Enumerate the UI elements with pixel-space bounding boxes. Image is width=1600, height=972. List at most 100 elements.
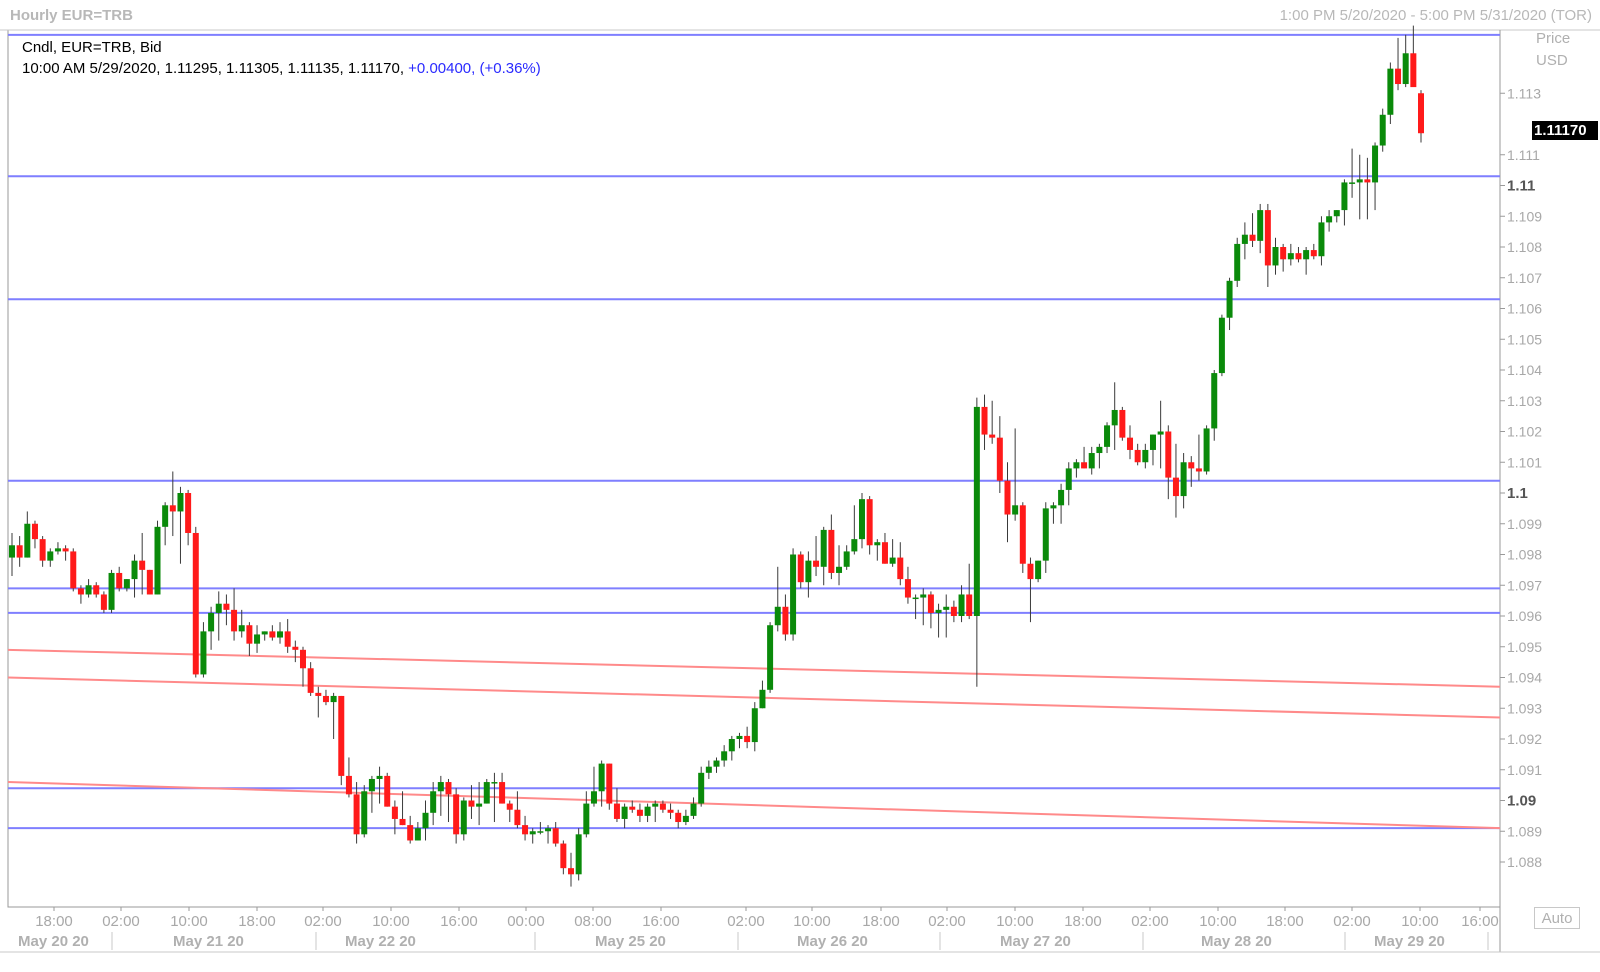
candle-body	[1264, 210, 1271, 266]
price-tick-label: 1.106	[1507, 301, 1542, 317]
price-tick-label: 1.105	[1507, 331, 1542, 347]
candle-body	[797, 554, 804, 583]
candle-body	[460, 800, 467, 835]
candle-body	[767, 625, 774, 690]
candle-body	[1395, 68, 1402, 85]
candle-body	[108, 572, 115, 610]
candle-body	[315, 692, 322, 696]
candle-body	[361, 791, 368, 835]
candle-body	[123, 579, 130, 589]
candle-body	[231, 609, 238, 632]
time-tick-label: 10:00	[996, 913, 1034, 930]
candle-body	[943, 606, 950, 610]
candle-body	[1402, 53, 1409, 85]
candle-body	[736, 735, 743, 739]
candle-body	[652, 803, 659, 807]
candle-body	[790, 554, 797, 635]
candle-body	[1364, 179, 1371, 183]
time-tick-label: 10:00	[793, 913, 831, 930]
candle-body	[583, 803, 590, 835]
candle	[384, 772, 391, 807]
price-axis-label: Price	[1536, 30, 1571, 47]
candle-body	[376, 775, 383, 779]
candle-body	[522, 825, 529, 835]
candle	[192, 526, 199, 678]
candle-body	[606, 763, 613, 804]
candle-body	[805, 560, 812, 583]
candle-body	[751, 708, 758, 743]
time-tick-label: 10:00	[170, 913, 208, 930]
candle	[146, 569, 153, 595]
time-tick-label: 10:00	[1401, 913, 1439, 930]
candle-body	[728, 739, 735, 752]
time-tick-label: 18:00	[35, 913, 73, 930]
candle-body	[353, 794, 360, 835]
candle-body	[299, 649, 306, 669]
candle-body	[1387, 68, 1394, 115]
candle-body	[445, 782, 452, 795]
candle-body	[1218, 317, 1225, 374]
candle-body	[514, 809, 521, 826]
candle	[108, 569, 115, 613]
candle-body	[338, 695, 345, 776]
candlestick-chart[interactable]: 1.088 1.089 1.09 1.091 1.092 1.093 1.094 1.095 1…	[0, 0, 1600, 972]
candle-body	[1027, 563, 1034, 580]
candle-body	[215, 603, 222, 613]
candle-body	[1226, 280, 1233, 318]
candle-body	[927, 594, 934, 613]
candle-body	[1012, 505, 1019, 515]
date-tick-label: May 27 20	[1000, 933, 1071, 950]
candle-body	[246, 625, 253, 644]
price-tick-label: 1.097	[1507, 577, 1542, 593]
candle-body	[1295, 253, 1302, 260]
candle-body	[330, 695, 337, 703]
price-axis[interactable]: 1.088 1.089 1.09 1.091 1.092 1.093 1.094 1.095 1…	[1500, 85, 1542, 870]
candle-body	[705, 766, 712, 773]
candle-body	[636, 809, 643, 816]
price-tick-label: 1.103	[1507, 393, 1542, 409]
candle-body	[93, 585, 100, 595]
candle-body	[414, 828, 421, 841]
candle-body	[1165, 431, 1172, 478]
candle-body	[851, 539, 858, 552]
time-tick-label: 18:00	[1064, 913, 1102, 930]
time-tick-label: 02:00	[102, 913, 140, 930]
candle-body	[1318, 222, 1325, 257]
candle-body	[1410, 53, 1417, 88]
candle-body	[721, 751, 728, 761]
candle-body	[384, 775, 391, 807]
candle-body	[1372, 145, 1379, 183]
time-tick-label: 10:00	[372, 913, 410, 930]
candle-body	[476, 803, 483, 807]
candle-body	[904, 579, 911, 598]
candle-body	[1211, 373, 1218, 429]
candle-body	[185, 493, 192, 533]
candle-body	[1149, 434, 1156, 450]
candle-body	[698, 772, 705, 804]
time-tick-label: 02:00	[928, 913, 966, 930]
candle-body	[407, 825, 414, 841]
candle-body	[950, 606, 957, 616]
candle	[460, 797, 467, 841]
candle	[483, 778, 490, 804]
time-tick-label: 16:00	[1461, 913, 1499, 930]
price-tick-label: 1.093	[1507, 700, 1542, 716]
candle-body	[1303, 250, 1310, 260]
candle-body	[1180, 462, 1187, 497]
candle-body	[713, 760, 720, 767]
candle-body	[560, 843, 567, 869]
candle-body	[598, 763, 605, 792]
candle-body	[920, 594, 927, 598]
candle-body	[682, 815, 689, 823]
time-axis[interactable]: 18:00 02:00 10:00 18:00 02:00 10:00 16:00 00:00…	[18, 907, 1499, 950]
candle-body	[1249, 234, 1256, 241]
auto-scale-button[interactable]: Auto	[1534, 907, 1580, 929]
candle-body	[996, 437, 1003, 481]
candle-body	[1004, 480, 1011, 515]
candle-body	[1081, 462, 1088, 469]
candle	[606, 763, 613, 810]
candle-body	[292, 646, 299, 650]
price-tick-label: 1.09	[1507, 793, 1536, 810]
candle-body	[568, 868, 575, 875]
candle-body	[1042, 508, 1049, 561]
